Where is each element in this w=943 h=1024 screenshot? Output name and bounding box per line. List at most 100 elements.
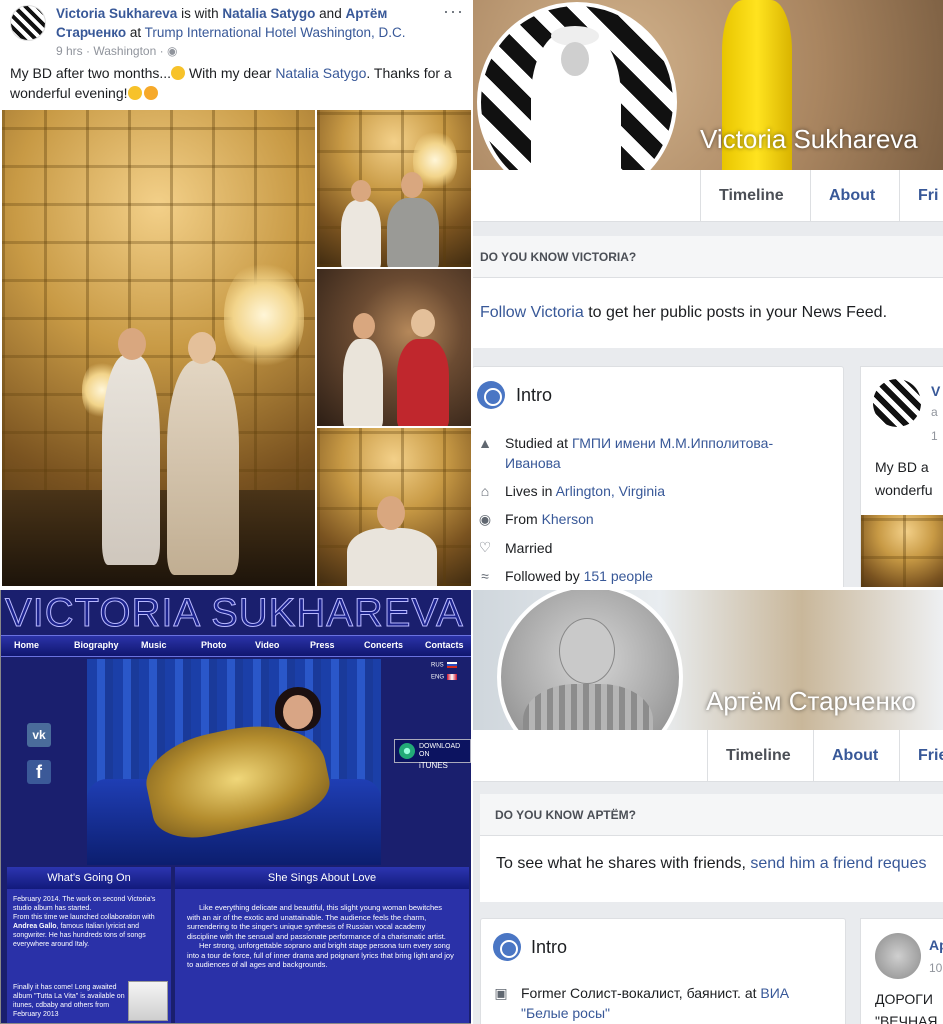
nav-biography[interactable]: Biography	[74, 640, 119, 650]
globe-icon	[477, 381, 505, 409]
post-photo-2[interactable]	[317, 110, 471, 267]
friend-prompt: To see what he shares with friends, send…	[480, 836, 943, 902]
city-link[interactable]: Arlington, Virginia	[556, 483, 665, 499]
side-post-author[interactable]: Ар	[929, 937, 943, 953]
post-photo-main[interactable]	[2, 110, 315, 586]
face	[561, 42, 589, 76]
author-avatar[interactable]	[10, 5, 46, 41]
and-text: and	[319, 6, 342, 21]
woman-head	[377, 496, 405, 530]
itunes-disc-icon	[399, 743, 415, 759]
tab-timeline[interactable]: Timeline	[700, 170, 802, 222]
hero-photo	[87, 659, 381, 865]
russia-flag-icon	[446, 662, 457, 668]
facebook-icon[interactable]: f	[27, 760, 51, 784]
man-head	[401, 172, 423, 198]
tab-about[interactable]: About	[810, 170, 893, 222]
bio-box: Like everything delicate and beautiful, …	[175, 889, 469, 1023]
post-text: My BD after two months... With my dear N…	[10, 65, 452, 101]
victoria-profile: Victoria Sukhareva Timeline About Fri DO…	[472, 0, 943, 590]
followers-link[interactable]: 151 people	[584, 568, 653, 584]
intro-from: From Kherson	[505, 511, 594, 527]
intro-married: Married	[505, 540, 553, 556]
side-post-avatar[interactable]	[875, 933, 921, 979]
post-header: Victoria Sukhareva is with Natalia Satyg…	[56, 4, 446, 61]
location-pin-icon: ◉	[478, 511, 492, 527]
nav-concerts[interactable]: Concerts	[364, 640, 403, 650]
tab-friends[interactable]: Frie	[899, 730, 943, 782]
kiss-emoji-icon	[143, 86, 158, 100]
side-post-card: V a 1 My BD a wonderfu	[860, 366, 943, 590]
friend-request-link[interactable]: send him a friend reques	[750, 855, 926, 872]
nav-contacts[interactable]: Contacts	[425, 640, 464, 650]
side-post-text-2: "ВЕЧНАЯ	[875, 1013, 938, 1024]
woman-beige-coat	[167, 360, 239, 575]
know-heading: DO YOU KNOW VICTORIA?	[472, 236, 943, 278]
side-post-photo[interactable]	[861, 515, 943, 590]
rss-icon: ≈	[481, 568, 489, 584]
divider-vertical	[471, 0, 473, 1024]
woman-red-dress	[397, 339, 449, 426]
profile-name: Victoria Sukhareva	[700, 124, 918, 154]
hometown-link[interactable]: Kherson	[542, 511, 594, 527]
woman-head	[353, 313, 375, 339]
nav-video[interactable]: Video	[255, 640, 279, 650]
intro-title: Intro	[531, 937, 568, 957]
heart-icon: ♡	[478, 539, 492, 555]
woman-white-dress	[341, 200, 381, 267]
album-cover[interactable]	[128, 981, 168, 1021]
globe-icon	[493, 933, 521, 961]
itunes-download-button[interactable]: DOWNLOAD ON iTUNES	[394, 739, 471, 770]
side-post-card: Ар 10 ДОРОГИ "ВЕЧНАЯ	[860, 918, 943, 1024]
intro-card: Intro ▣ Former Солист-вокалист, баянист.…	[480, 918, 846, 1024]
profile-tabs: Timeline About Frie	[472, 730, 943, 782]
intro-followers: Followed by 151 people	[505, 568, 653, 584]
side-post-avatar[interactable]	[873, 379, 921, 427]
intro-card: Intro ▲ Studied at ГМПИ имени М.М.Ипполи…	[472, 366, 844, 590]
nav-photo[interactable]: Photo	[201, 640, 227, 650]
tagged-link-1[interactable]: Natalia Satygo	[222, 6, 315, 21]
tab-friends[interactable]: Fri	[899, 170, 943, 222]
tab-timeline[interactable]: Timeline	[707, 730, 809, 782]
woman-head	[351, 180, 371, 202]
news-item-2: From this time we launched collaboration…	[13, 914, 155, 948]
facebook-post: Victoria Sukhareva is with Natalia Satyg…	[0, 0, 472, 588]
man-grey-suit	[387, 198, 439, 267]
news-item-3: Finally it has come! Long awaited album …	[13, 984, 125, 1018]
tab-about[interactable]: About	[813, 730, 896, 782]
lang-eng[interactable]: ENG	[431, 674, 458, 681]
site-title: VICTORIA SUKHAREVA	[5, 591, 464, 636]
at-text: at	[129, 25, 142, 40]
smile-emoji-icon	[171, 66, 186, 80]
side-post-time: 1	[931, 429, 938, 443]
post-photo-3[interactable]	[317, 269, 471, 426]
side-post-meta: a	[931, 405, 938, 419]
post-photo-4[interactable]	[317, 428, 471, 586]
graduation-cap-icon: ▲	[478, 435, 492, 451]
chandelier	[224, 260, 304, 370]
more-options-icon[interactable]: ···	[443, 1, 464, 22]
nav-press[interactable]: Press	[310, 640, 335, 650]
website-screenshot: VICTORIA SUKHAREVA Home Biography Music …	[0, 588, 472, 1024]
briefcase-icon: ▣	[494, 985, 508, 1001]
profile-tabs: Timeline About Fri	[472, 170, 943, 222]
nav-home[interactable]: Home	[14, 640, 39, 650]
follow-prompt: Follow Victoria to get her public posts …	[472, 278, 943, 348]
mention-link[interactable]: Natalia Satygo	[275, 65, 366, 81]
sketch-face	[559, 618, 615, 684]
post-time[interactable]: 9 hrs · Washington ·	[56, 44, 164, 58]
place-link[interactable]: Trump International Hotel Washington, D.…	[145, 25, 406, 40]
lang-rus[interactable]: RUS	[431, 662, 457, 669]
side-post-author[interactable]: V	[931, 383, 940, 399]
home-icon: ⌂	[480, 483, 490, 499]
intro-work: Former Солист-вокалист, баянист. at ВИА …	[521, 985, 790, 1021]
follow-link[interactable]: Follow Victoria	[480, 304, 584, 321]
author-link[interactable]: Victoria Sukhareva	[56, 6, 177, 21]
woman-white-dress	[347, 528, 437, 586]
nav-music[interactable]: Music	[141, 640, 167, 650]
side-post-text-2: wonderfu	[875, 482, 933, 498]
news-heading: What's Going On	[7, 867, 171, 889]
vk-icon[interactable]: vk	[27, 723, 51, 747]
site-nav: Home Biography Music Photo Video Press C…	[1, 635, 471, 657]
bio-paragraph-1: Like everything delicate and beautiful, …	[187, 903, 446, 941]
